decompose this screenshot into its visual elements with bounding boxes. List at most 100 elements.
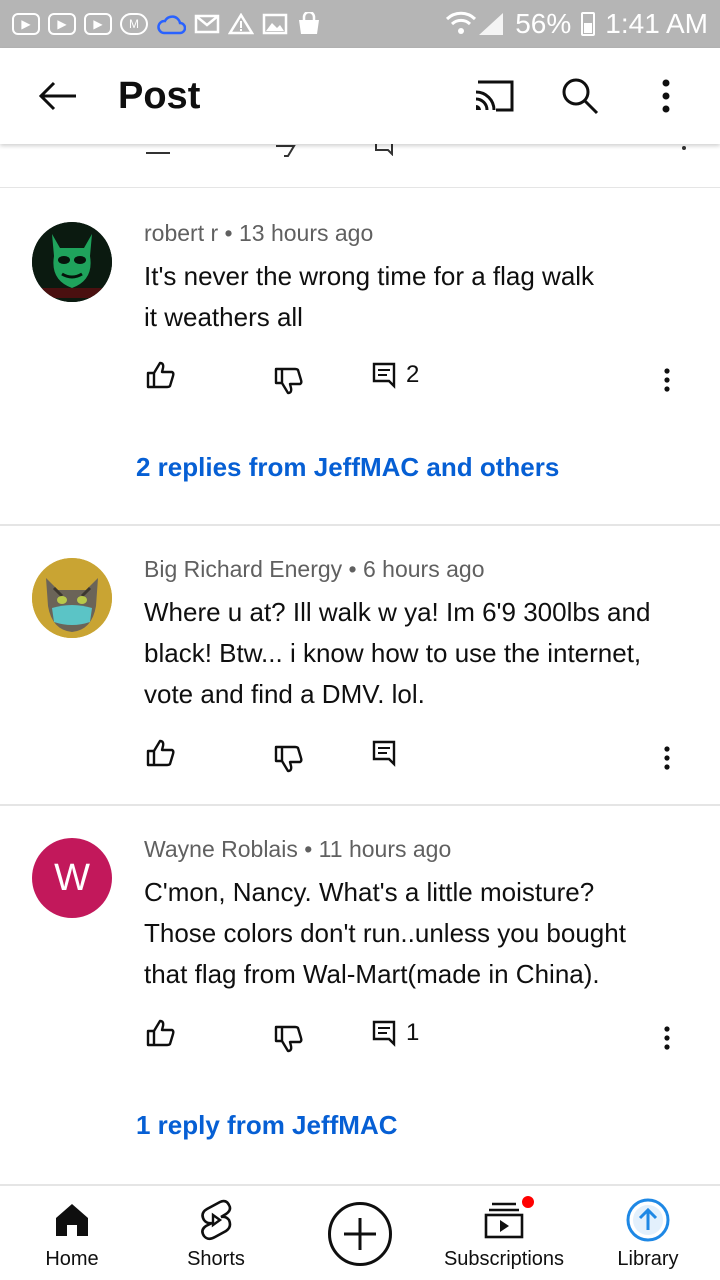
- comment-text-line: Where u at? Ill walk w ya! Im 6'9 300lbs…: [144, 597, 651, 627]
- avatar[interactable]: [32, 558, 112, 638]
- comment-text-line: vote and find a DMV. lol.: [144, 679, 425, 709]
- warning-icon: [228, 13, 254, 35]
- like-button[interactable]: [146, 360, 176, 390]
- more-vert-icon: [664, 746, 670, 770]
- thumbs-up-icon: [146, 1019, 175, 1047]
- notification-badge: [520, 1194, 536, 1210]
- dislike-button[interactable]: [274, 366, 304, 396]
- nav-shorts[interactable]: Shorts: [144, 1186, 288, 1280]
- comment-meta: robert r • 13 hours ago: [144, 220, 373, 247]
- cast-button[interactable]: [466, 68, 522, 124]
- nav-create[interactable]: [288, 1186, 432, 1280]
- more-vert-icon: [664, 368, 670, 392]
- comment-text-line: Those colors don't run..unless you bough…: [144, 918, 626, 948]
- comment-actions: 2: [144, 360, 704, 400]
- reply-count: 1: [406, 1019, 420, 1046]
- green-mask-avatar-image: [32, 222, 112, 302]
- comment-text-line: C'mon, Nancy. What's a little moisture?: [144, 877, 595, 907]
- comment-item: Big Richard Energy • 6 hours ago Where u…: [0, 526, 720, 806]
- dislike-button[interactable]: [274, 1024, 304, 1054]
- reply-button[interactable]: 2: [372, 360, 419, 390]
- thumbs-up-icon: [146, 361, 175, 389]
- comment-more-button[interactable]: [652, 360, 682, 400]
- comment-meta: Big Richard Energy • 6 hours ago: [144, 556, 484, 583]
- comment-more-button[interactable]: [652, 738, 682, 778]
- comment-text: Where u at? Ill walk w ya! Im 6'9 300lbs…: [144, 592, 684, 715]
- nav-subscriptions[interactable]: Subscriptions: [432, 1186, 576, 1280]
- more-vert-icon: [662, 79, 670, 113]
- like-button[interactable]: [146, 738, 176, 768]
- cloud-icon: [157, 15, 186, 35]
- comment-more-button[interactable]: [652, 1018, 682, 1058]
- like-icon-fragment: [146, 144, 170, 154]
- youtube-icon: ▶: [48, 13, 76, 35]
- arrow-left-icon: [38, 81, 76, 111]
- like-button[interactable]: [146, 1018, 176, 1048]
- comment-author[interactable]: Wayne Roblais: [144, 836, 298, 862]
- comment-reply-icon: [372, 362, 396, 389]
- more-icon-fragment: [682, 146, 686, 150]
- comment-text-line: It's never the wrong time for a flag wal…: [144, 261, 595, 291]
- comment-reply-icon: [372, 1020, 396, 1047]
- notification-icons: ▶ ▶ ▶ M: [12, 12, 322, 36]
- comment-author[interactable]: Big Richard Energy: [144, 556, 342, 582]
- separator-dot: •: [304, 836, 319, 862]
- create-button[interactable]: [328, 1202, 392, 1266]
- nav-home[interactable]: Home: [0, 1186, 144, 1280]
- thumbs-up-icon: [146, 739, 175, 767]
- comment-actions: 1: [144, 1018, 704, 1058]
- dislike-button[interactable]: [274, 744, 304, 774]
- comment-reply-icon: [372, 740, 396, 767]
- thumbs-down-icon: [274, 745, 303, 773]
- view-replies-link[interactable]: 2 replies from JeffMAC and others: [136, 452, 559, 483]
- reply-button[interactable]: [372, 738, 396, 768]
- avatar[interactable]: W: [32, 838, 112, 918]
- bottom-navigation: Home Shorts Subscriptions Library: [0, 1184, 720, 1280]
- shopping-bag-icon: [299, 12, 319, 34]
- avatar[interactable]: [32, 222, 112, 302]
- view-replies-link[interactable]: 1 reply from JeffMAC: [136, 1110, 398, 1141]
- avatar-letter: W: [54, 856, 90, 899]
- nav-label: Shorts: [187, 1248, 245, 1270]
- status-bar: ▶ ▶ ▶ M 56% 1:41 AM: [0, 0, 720, 48]
- reply-icon-fragment: [375, 144, 393, 156]
- previous-comment-actions-partial: [0, 144, 720, 188]
- comment-text: It's never the wrong time for a flag wal…: [144, 256, 684, 338]
- comment-time: 6 hours ago: [363, 556, 485, 582]
- comment-item: W Wayne Roblais • 11 hours ago C'mon, Na…: [0, 806, 720, 1184]
- separator-dot: •: [348, 556, 363, 582]
- back-button[interactable]: [30, 68, 86, 124]
- dislike-icon-fragment: [276, 145, 296, 157]
- thumbs-down-icon: [274, 367, 303, 395]
- library-icon: [626, 1198, 670, 1242]
- comment-text-line: it weathers all: [144, 302, 303, 332]
- top-app-bar: Post: [0, 48, 720, 144]
- nav-label: Subscriptions: [443, 1248, 565, 1270]
- nav-label: Library: [617, 1248, 679, 1270]
- more-vert-icon: [664, 1026, 670, 1050]
- comment-text-line: black! Btw... i know how to use the inte…: [144, 638, 642, 668]
- battery-icon: [581, 12, 596, 36]
- more-options-button[interactable]: [638, 68, 694, 124]
- cat-with-mask-avatar-image: [32, 558, 112, 638]
- comment-time: 13 hours ago: [238, 220, 374, 246]
- create-plus-icon: [344, 1218, 376, 1250]
- search-icon: [562, 78, 599, 115]
- comment-author[interactable]: robert r: [144, 220, 218, 246]
- separator-dot: •: [224, 220, 239, 246]
- reply-button[interactable]: 1: [372, 1018, 419, 1048]
- comment-actions: [144, 738, 704, 778]
- cast-icon: [475, 80, 514, 112]
- search-button[interactable]: [552, 68, 608, 124]
- battery-percent: 56%: [515, 8, 572, 39]
- wifi-signal-icon: [446, 11, 504, 35]
- comment-item: robert r • 13 hours ago It's never the w…: [0, 190, 720, 526]
- thumbs-down-icon: [274, 1025, 303, 1053]
- comment-text: C'mon, Nancy. What's a little moisture? …: [144, 872, 684, 995]
- page-title: Post: [118, 74, 201, 117]
- home-icon: [56, 1204, 88, 1236]
- nav-label: Home: [45, 1248, 99, 1270]
- shorts-icon: [201, 1199, 232, 1241]
- nav-library[interactable]: Library: [576, 1186, 720, 1280]
- comment-time: 11 hours ago: [318, 836, 452, 862]
